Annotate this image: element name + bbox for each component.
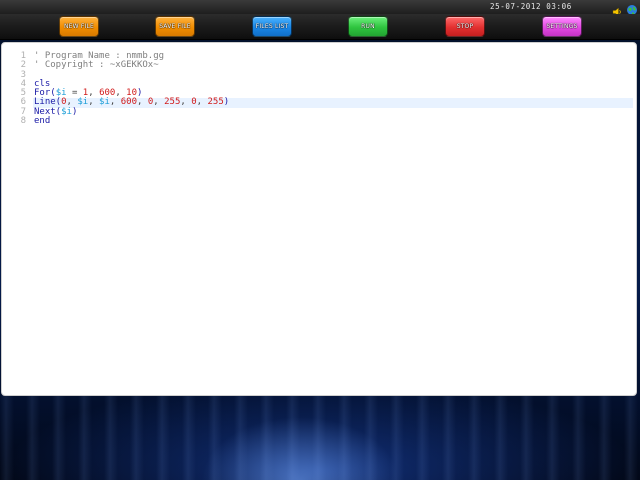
code-token: 600 <box>120 97 137 108</box>
clock: 25-07-2012 03:06 <box>490 2 572 11</box>
save-file-button[interactable]: SAVE FILE <box>155 16 195 37</box>
line-number-gutter: 12345678 <box>6 51 28 127</box>
code-token: , <box>88 97 100 108</box>
code-token: $i <box>61 106 72 117</box>
code-token: , <box>180 97 192 108</box>
code-token: end <box>34 116 51 127</box>
code-line[interactable]: end <box>33 116 633 127</box>
globe-icon[interactable] <box>626 1 638 15</box>
code-token: , <box>137 97 148 108</box>
settings-button[interactable]: SETTINGS <box>542 16 582 37</box>
code-line[interactable]: ​ <box>33 71 633 80</box>
files-list-button[interactable]: FILES LIST <box>252 16 292 37</box>
run-button[interactable]: RUN <box>348 16 388 37</box>
code-line[interactable]: Next($i) <box>33 106 633 117</box>
code-area[interactable]: ' Program Name : nmmb.gg ' Copyright : ~x… <box>33 51 633 127</box>
code-editor[interactable]: 12345678 ' Program Name : nmmb.gg ' Copyr… <box>1 42 637 396</box>
code-token: $i <box>77 97 89 108</box>
code-token: ) <box>223 97 230 108</box>
code-line[interactable]: ' Copyright : ~xGEKKOx~ <box>33 61 633 70</box>
code-token: ) <box>71 106 78 117</box>
line-number: 8 <box>20 116 26 127</box>
code-token: , <box>109 97 121 108</box>
status-bar: 25-07-2012 03:06 <box>0 0 640 17</box>
speaker-icon[interactable] <box>612 2 622 17</box>
stop-button[interactable]: STOP <box>445 16 485 37</box>
code-token: 255 <box>164 97 181 108</box>
code-token: ' Copyright : ~xGEKKOx~ <box>34 60 159 71</box>
code-token: , <box>153 97 165 108</box>
code-token: 255 <box>207 97 224 108</box>
new-file-button[interactable]: NEW FILE <box>59 16 99 37</box>
code-token: $i <box>99 97 110 108</box>
toolbar: NEW FILE SAVE FILE FILES LIST RUN STOP S… <box>0 14 640 40</box>
code-token: , <box>196 97 208 108</box>
code-line[interactable]: Line(0, $i, $i, 600, 0, 255, 0, 255) <box>33 97 633 108</box>
